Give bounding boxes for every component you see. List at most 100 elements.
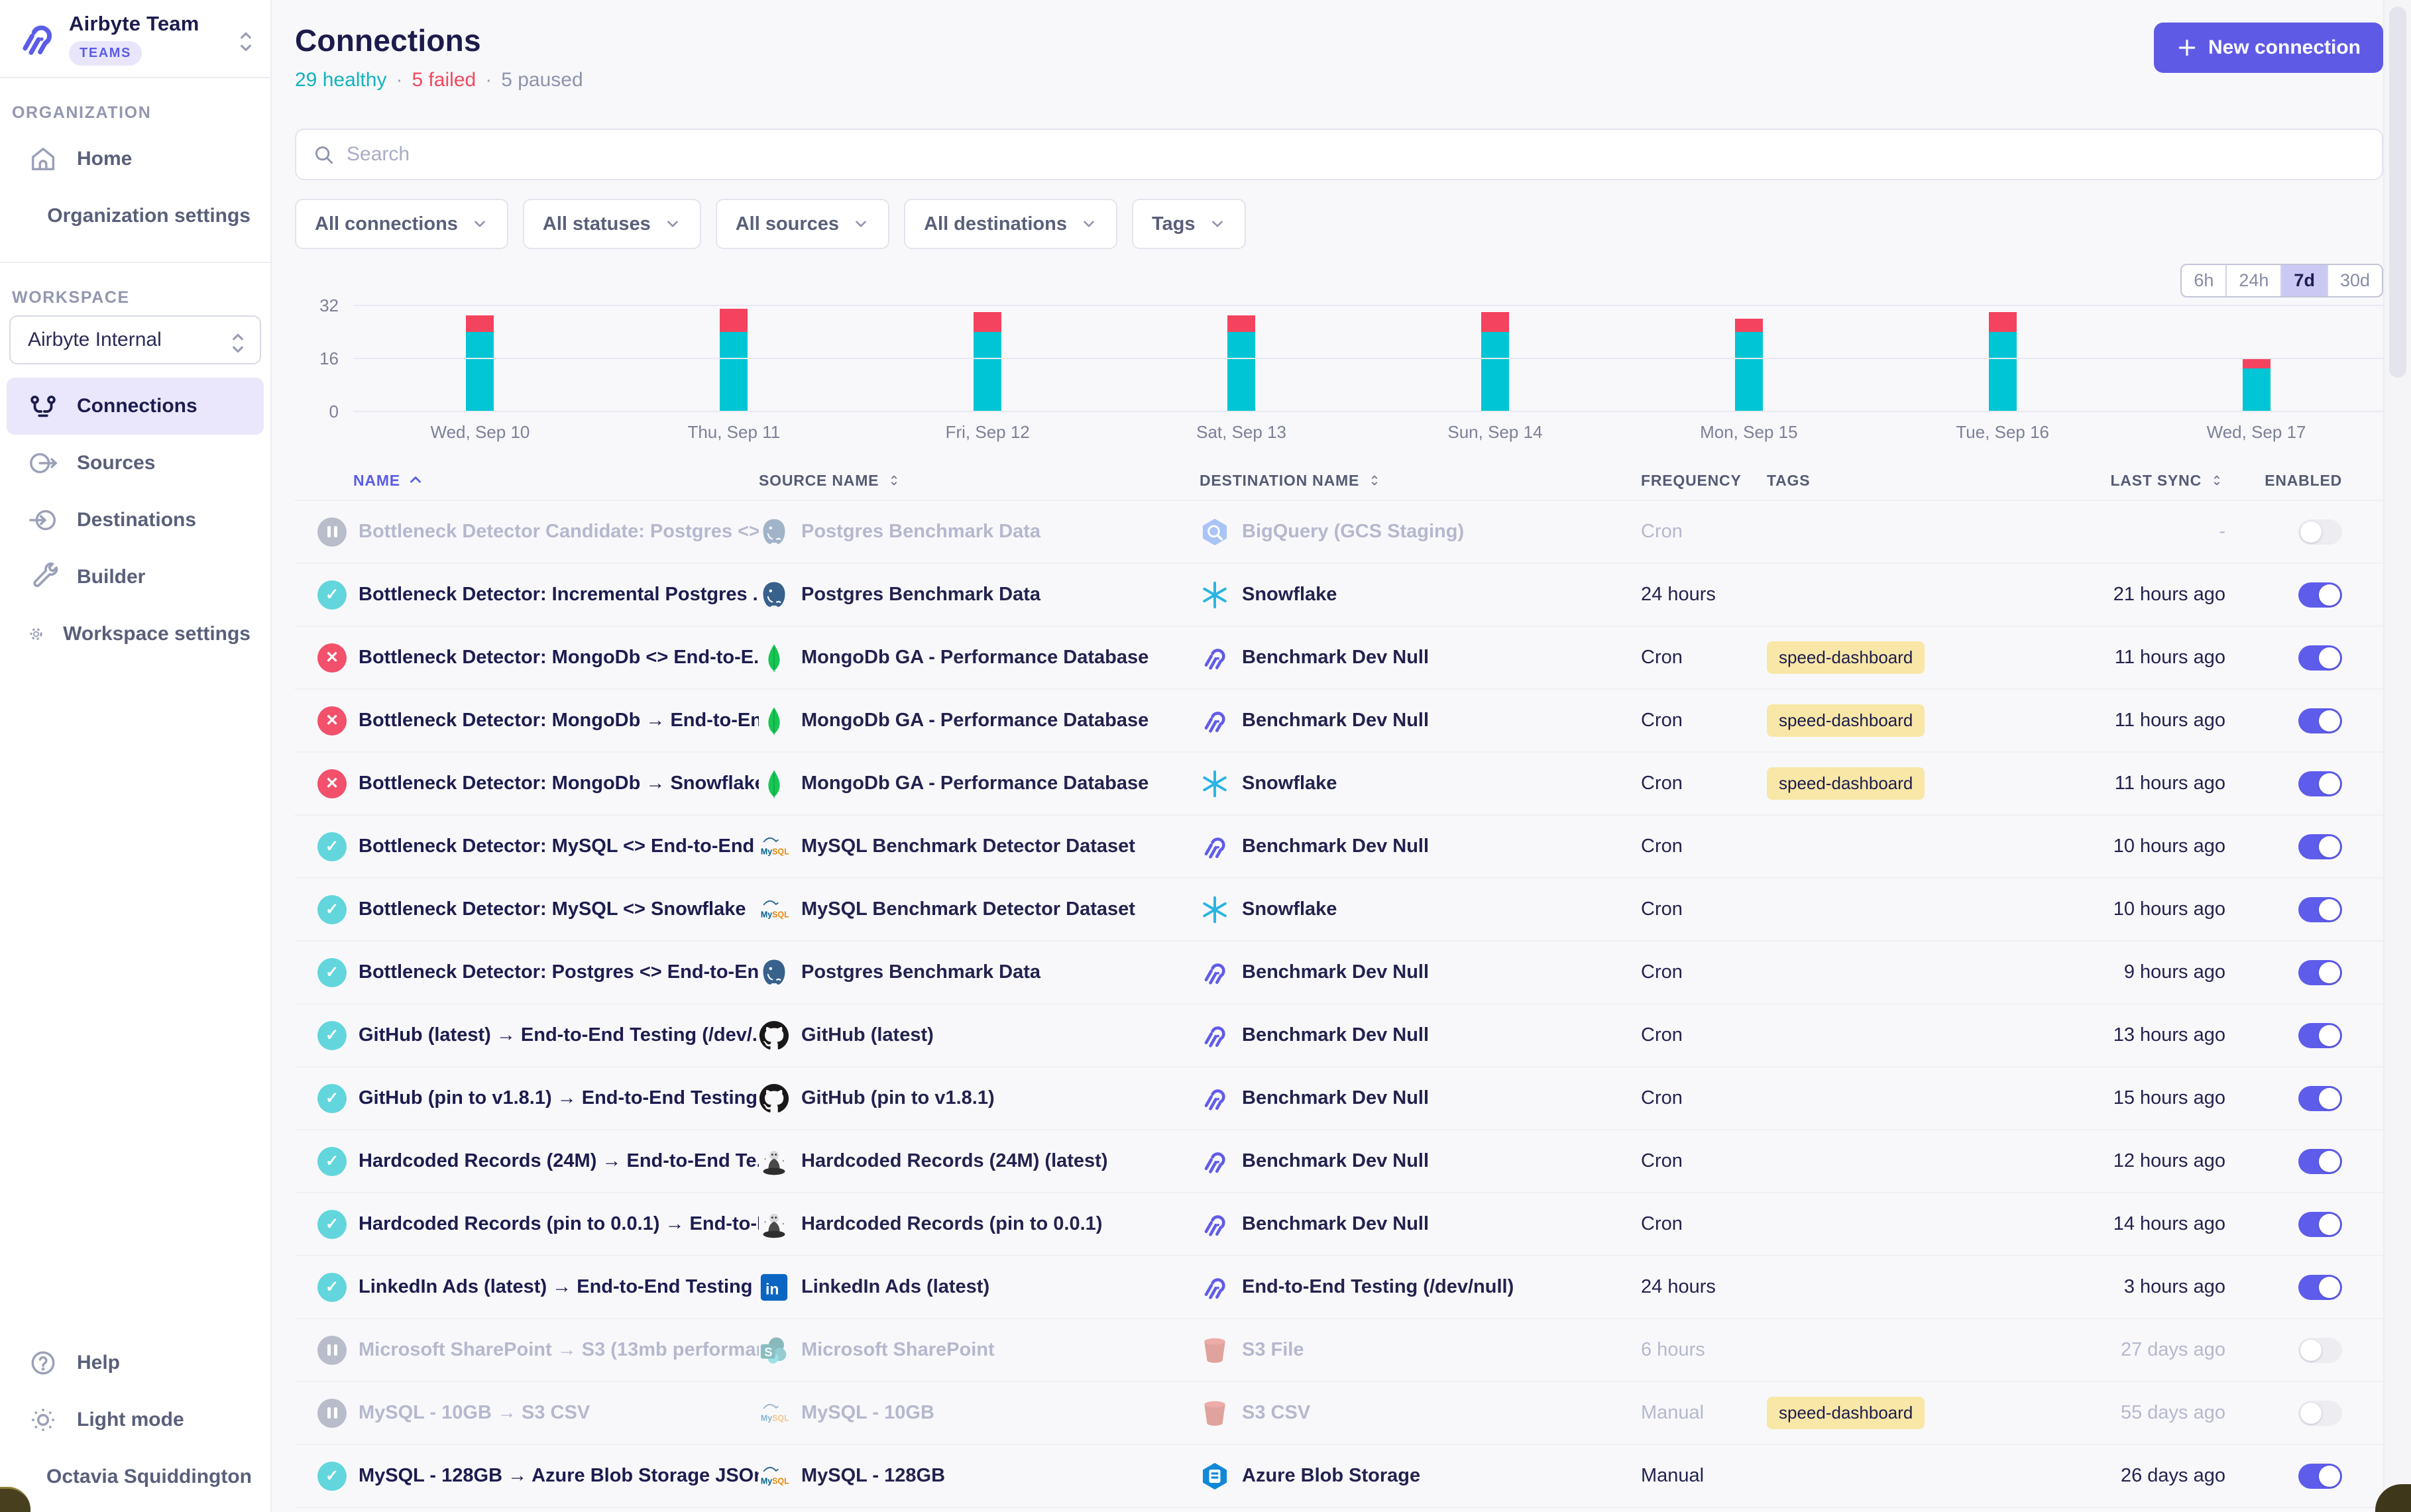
airbyte-icon bbox=[1200, 1083, 1230, 1114]
search-bar bbox=[295, 129, 2383, 180]
chart-plot-area bbox=[353, 305, 2383, 411]
enabled-toggle[interactable] bbox=[2298, 582, 2342, 608]
enabled-cell bbox=[2225, 582, 2383, 608]
enabled-cell bbox=[2225, 897, 2383, 922]
sidebar-item-builder[interactable]: Builder bbox=[7, 549, 264, 606]
table-row[interactable]: ✓Hardcoded Records (24M) → End-to-End Te… bbox=[295, 1130, 2383, 1193]
table-row[interactable]: ✓Bottleneck Detector: Postgres <> End-to… bbox=[295, 942, 2383, 1004]
status-healthy-icon: ✓ bbox=[317, 1147, 347, 1176]
enabled-toggle[interactable] bbox=[2298, 519, 2342, 545]
table-row[interactable]: ✓GitHub (pin to v1.8.1) → End-to-End Tes… bbox=[295, 1067, 2383, 1130]
sidebar-item-home[interactable]: Home bbox=[7, 131, 264, 188]
destination-name: Azure Blob Storage bbox=[1242, 1465, 1420, 1487]
airbyte-icon bbox=[1200, 706, 1230, 736]
enabled-toggle[interactable] bbox=[2298, 1023, 2342, 1048]
last-sync-cell: 13 hours ago bbox=[2058, 1024, 2225, 1046]
table-row[interactable]: ✓MySQL - 128GB → Azure Blob Storage JSOn… bbox=[295, 1445, 2383, 1508]
table-row[interactable]: ✓Hardcoded Records (pin to 0.0.1) → End-… bbox=[295, 1193, 2383, 1256]
scrollbar-thumb[interactable] bbox=[2389, 7, 2406, 378]
filter-all-connections[interactable]: All connections bbox=[295, 199, 508, 249]
last-sync-cell: 55 days ago bbox=[2058, 1402, 2225, 1424]
sidebar-item-connections[interactable]: Connections bbox=[7, 378, 264, 435]
connection-name: Bottleneck Detector: MongoDb <> End-to-E… bbox=[359, 647, 759, 669]
range-30d[interactable]: 30d bbox=[2327, 265, 2382, 296]
connection-name: GitHub (pin to v1.8.1) → End-to-End Test… bbox=[359, 1087, 759, 1109]
source-name: MySQL - 128GB bbox=[801, 1465, 945, 1487]
table-row[interactable]: ✕Bottleneck Detector: MongoDb <> End-to-… bbox=[295, 627, 2383, 690]
column-header-frequency: FREQUENCY bbox=[1641, 472, 1767, 490]
airbyte-icon bbox=[1200, 1209, 1230, 1240]
table-row[interactable]: ✓Bottleneck Detector: MySQL <> Snowflake… bbox=[295, 879, 2383, 942]
enabled-toggle[interactable] bbox=[2298, 1464, 2342, 1489]
table-row[interactable]: ✓Bottleneck Detector: Incremental Postgr… bbox=[295, 564, 2383, 627]
enabled-toggle[interactable] bbox=[2298, 1086, 2342, 1111]
healthy-segment bbox=[1735, 332, 1763, 411]
sidebar-item-destinations[interactable]: Destinations bbox=[7, 492, 264, 549]
enabled-toggle[interactable] bbox=[2298, 897, 2342, 922]
connection-name: Bottleneck Detector: MongoDb → End-to-En… bbox=[359, 710, 759, 731]
range-24h[interactable]: 24h bbox=[2225, 265, 2280, 296]
filter-all-sources[interactable]: All sources bbox=[716, 199, 889, 249]
sidebar-item-light-mode[interactable]: Light mode bbox=[7, 1391, 264, 1448]
new-connection-button[interactable]: New connection bbox=[2154, 23, 2383, 73]
table-row[interactable]: ✕Bottleneck Detector: MongoDb → Snowflak… bbox=[295, 753, 2383, 816]
destination-cell: Snowflake bbox=[1200, 769, 1641, 799]
connection-name-cell: ✓MySQL - 128GB → Azure Blob Storage JSOn… bbox=[295, 1462, 759, 1491]
range-6h[interactable]: 6h bbox=[2182, 265, 2225, 296]
range-7d[interactable]: 7d bbox=[2280, 265, 2327, 296]
scrollbar-track[interactable] bbox=[2383, 0, 2411, 1512]
column-header-last-sync[interactable]: LAST SYNC bbox=[2058, 472, 2225, 490]
workspace-nav: Connections SourcesDestinationsBuilderWor… bbox=[0, 378, 270, 663]
s3-icon bbox=[1200, 1398, 1230, 1429]
column-header-source[interactable]: SOURCE NAME bbox=[759, 472, 1200, 490]
sidebar-item-label: Connections bbox=[77, 395, 197, 417]
column-header-name[interactable]: NAME bbox=[295, 472, 759, 490]
table-row[interactable]: MySQL - 10GB → S3 CSVMySQLMySQL - 10GBS3… bbox=[295, 1382, 2383, 1445]
enabled-toggle[interactable] bbox=[2298, 771, 2342, 796]
postgres-icon bbox=[759, 957, 789, 988]
enabled-toggle[interactable] bbox=[2298, 708, 2342, 733]
sidebar-item-sources[interactable]: Sources bbox=[7, 435, 264, 492]
sidebar-item-octavia-squiddington[interactable]: Octavia Squiddington bbox=[7, 1448, 264, 1505]
enabled-toggle[interactable] bbox=[2298, 645, 2342, 671]
table-row[interactable]: ✓GitHub (latest) → End-to-End Testing (/… bbox=[295, 1004, 2383, 1067]
search-input[interactable] bbox=[347, 143, 2366, 166]
table-row[interactable]: ✕Bottleneck Detector: MongoDb → End-to-E… bbox=[295, 690, 2383, 753]
sidebar-item-workspace-settings[interactable]: Workspace settings bbox=[7, 606, 264, 663]
filter-label: All sources bbox=[736, 213, 839, 235]
sidebar-item-help[interactable]: Help bbox=[7, 1334, 264, 1391]
status-healthy-icon: ✓ bbox=[317, 1273, 347, 1302]
frequency-cell: Manual bbox=[1641, 1465, 1767, 1487]
table-row[interactable]: ✓Bottleneck Detector: MySQL <> End-to-En… bbox=[295, 816, 2383, 879]
enabled-toggle[interactable] bbox=[2298, 1401, 2342, 1426]
page-title: Connections bbox=[295, 23, 583, 58]
table-row[interactable]: Bottleneck Detector Candidate: Postgres … bbox=[295, 501, 2383, 564]
filter-all-destinations[interactable]: All destinations bbox=[904, 199, 1117, 249]
x-tick-label: Thu, Sep 11 bbox=[607, 422, 861, 443]
enabled-toggle[interactable] bbox=[2298, 1212, 2342, 1237]
enabled-toggle[interactable] bbox=[2298, 1149, 2342, 1174]
workspace-selector[interactable]: Airbyte Internal bbox=[9, 315, 261, 364]
mongodb-icon bbox=[759, 643, 789, 673]
source-cell: Postgres Benchmark Data bbox=[759, 957, 1200, 988]
enabled-toggle[interactable] bbox=[2298, 834, 2342, 859]
destination-name: Benchmark Dev Null bbox=[1242, 710, 1429, 731]
source-cell: Hardcoded Records (24M) (latest) bbox=[759, 1146, 1200, 1177]
column-header-destination[interactable]: DESTINATION NAME bbox=[1200, 472, 1641, 490]
sidebar-item-organization-settings[interactable]: Organization settings bbox=[7, 188, 264, 244]
table-row[interactable]: Microsoft SharePoint → S3 (13mb performa… bbox=[295, 1319, 2383, 1382]
org-switcher[interactable]: Airbyte Team TEAMS bbox=[0, 0, 270, 78]
enabled-toggle[interactable] bbox=[2298, 960, 2342, 985]
filter-tags[interactable]: Tags bbox=[1132, 199, 1246, 249]
tag-badge: speed-dashboard bbox=[1767, 767, 1925, 800]
enabled-toggle[interactable] bbox=[2298, 1275, 2342, 1300]
airbyte-icon bbox=[1200, 1020, 1230, 1051]
enabled-toggle[interactable] bbox=[2298, 1338, 2342, 1363]
filter-all-statuses[interactable]: All statuses bbox=[523, 199, 701, 249]
failed-segment bbox=[720, 309, 748, 332]
y-tick-label: 16 bbox=[295, 349, 339, 368]
connection-name-cell: ✓Hardcoded Records (pin to 0.0.1) → End-… bbox=[295, 1210, 759, 1239]
chevron-down-icon bbox=[664, 215, 681, 233]
table-row[interactable]: ✓LinkedIn Ads (latest) → End-to-End Test… bbox=[295, 1256, 2383, 1319]
toggle-knob bbox=[2319, 647, 2340, 669]
